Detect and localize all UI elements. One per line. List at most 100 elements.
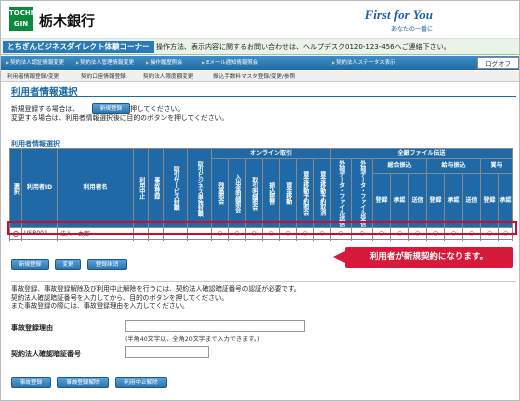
col-bonus-approve: 承認 [498,172,513,229]
permission-cell: ○ [313,227,331,240]
group-online: オンライン取引 [211,148,331,159]
permission-cell: × [279,239,297,241]
permission-cell: ○ [211,227,229,240]
intro-suffix: を押してください。 [123,105,185,113]
user-name-cell: 法人 太郎 [57,227,134,240]
col-salary-approve: 承認 [444,172,463,229]
col-fund-reserve: 資金移動予約照会 [296,158,314,228]
intro-prefix: 新規登録する場合は、 [11,105,79,113]
user-id-cell: USR001 [21,227,58,240]
logout-button[interactable]: ログオフ [477,57,519,69]
col-user-id: 利用者ID [21,148,58,228]
permission-cell: ○ [228,227,246,240]
nav-item-email[interactable]: Eメール通知情報照会 [199,58,261,68]
main-nav: 契約法人認証情報変更 契約法人管理情報変更 操作履歴照会 Eメール通知情報照会 … [1,56,519,70]
title-divider [11,96,516,97]
resume-use-button[interactable]: 利用中止解除 [115,377,167,388]
permission-cell: ○ [296,227,314,240]
permission-cell: ○ [351,239,373,241]
permission-cell: ○ [330,227,352,240]
permission-cell: ○ [462,239,481,241]
col-trans-detail: 取引明細照会 [245,158,263,228]
subnav-item-fee[interactable]: 振込手数料マスタ登録/変更/参照 [213,72,295,80]
reason-label: 事故登録理由 [11,324,53,332]
col-file-recv: 外部データ・ファイル受信 [351,158,373,228]
flag-cell: ー [163,227,188,240]
brand-subtitle: あなたの一番に [390,26,433,33]
flag-cell: ー [187,239,212,241]
col-select: 選択 [9,148,22,228]
user-name-cell: 法人 花子 [57,239,134,241]
subnav-item-limit[interactable]: 契約法人限度額変更 [143,72,193,80]
flag-cell: ー [187,227,212,240]
note-line: 事故登録、事故登録解除及び利用中止解除を行うには、契約法人確認暗証番号の認証が必… [11,285,301,293]
flag-cell: ー [148,239,164,241]
unregister-accident-button[interactable]: 事故登録解除 [57,377,109,388]
permission-cell: × [296,239,314,241]
group-transfer: 総合振込 [372,158,427,174]
new-button[interactable]: 新規登録 [11,259,49,270]
user-table-wrap: 選択 利用者ID 利用者名 利用中止 事故登録 取引サービス封鎖 取引ビジネス単… [9,148,519,241]
col-service-locked: 取引サービス封鎖 [163,148,188,228]
permission-cell: ○ [408,227,427,240]
row-select-cell[interactable] [9,239,22,241]
group-file: 全銀ファイル伝送 [330,148,513,159]
header: TOCHI GIN 栃木銀行 First for You あなたの一番に [1,1,519,39]
user-id-cell: USR002 [21,239,58,241]
permission-cell: ○ [330,239,352,241]
sub-nav: 利用者情報登録/変更 契約口座情報登録 契約法人限度額変更 振込手数料マスタ登録… [1,71,519,82]
permission-cell: ○ [408,239,427,241]
col-user-name: 利用者名 [57,148,134,228]
permission-cell: ○ [245,239,263,241]
group-salary: 給与振込 [426,158,481,174]
section-divider [11,281,516,282]
flag-cell: ー [133,239,149,241]
permission-cell: ○ [351,227,373,240]
row-select-cell[interactable] [9,227,22,240]
logo-text: TOCHI GIN [9,9,34,28]
row-radio[interactable] [12,230,19,237]
subnav-item-account[interactable]: 契約口座情報登録 [81,72,126,80]
nav-item-auth-change[interactable]: 契約法人認証情報変更 [3,58,67,68]
col-fund-cancel: 資金移動予約取消 [313,158,331,228]
callout-new-contract: 利用者が新規契約になります。 [345,247,513,268]
register-accident-button[interactable]: 事故登録 [11,377,51,388]
permission-cell: × [444,239,463,241]
permission-cell: ○ [480,239,499,241]
reason-input[interactable] [125,320,305,332]
permission-cell: ○ [245,227,263,240]
group-bonus: 賞与 [480,158,513,174]
permission-cell: ○ [372,227,391,240]
bank-name: 栃木銀行 [39,14,95,30]
flag-cell: ー [148,227,164,240]
user-table: 選択 利用者ID 利用者名 利用中止 事故登録 取引サービス封鎖 取引ビジネス単… [9,148,513,241]
permission-cell: ○ [426,239,445,241]
permission-cell: ○ [426,227,445,240]
col-biz-locked: 取引ビジネス単独封鎖 [187,148,212,228]
col-salary-register: 登録 [426,172,445,229]
permission-cell: ○ [462,227,481,240]
permission-cell: ○ [262,227,280,240]
permission-cell: × [262,239,280,241]
delete-button[interactable]: 登録抹消 [87,259,127,270]
permission-cell: ○ [480,227,499,240]
col-transfer-send: 送信 [408,172,427,229]
pin-label: 契約法人確認暗証番号 [11,350,81,358]
col-transfer: 振込振替 [262,158,280,228]
permission-cell: ○ [390,227,409,240]
app-frame: TOCHI GIN 栃木銀行 First for You あなたの一番に とちぎ… [0,0,520,401]
permission-cell: × [313,239,331,241]
col-file-send: 外部データ・ファイル送信 [330,158,352,228]
table-row[interactable]: USR001 法人 太郎ーーーー ○ ○ ○ ○ ○ ○ ○ ○ ○ ○ ○ ○ ○ ○ ○ ○ ○ [9,227,513,240]
subnav-item-user[interactable]: 利用者情報登録/変更 [7,72,59,80]
nav-item-history[interactable]: 操作履歴照会 [143,58,185,68]
change-button[interactable]: 変更 [55,259,81,270]
nav-item-status[interactable]: 契約法人ステータス表示 [329,58,398,68]
notes: 事故登録、事故登録解除及び利用中止解除を行うには、契約法人確認暗証番号の認証が必… [11,285,300,311]
intro-new-button[interactable]: 新規登録 [92,103,130,114]
pin-input[interactable] [125,346,209,358]
nav-item-admin-change[interactable]: 契約法人管理情報変更 [73,58,137,68]
corner-title: とちぎんビジネスダイレクト体験コーナー [3,41,154,53]
table-row[interactable]: USR002法人 花子ーーーー○○○××××○○○×○○×○○× [9,239,513,241]
permission-cell: ○ [228,239,246,241]
